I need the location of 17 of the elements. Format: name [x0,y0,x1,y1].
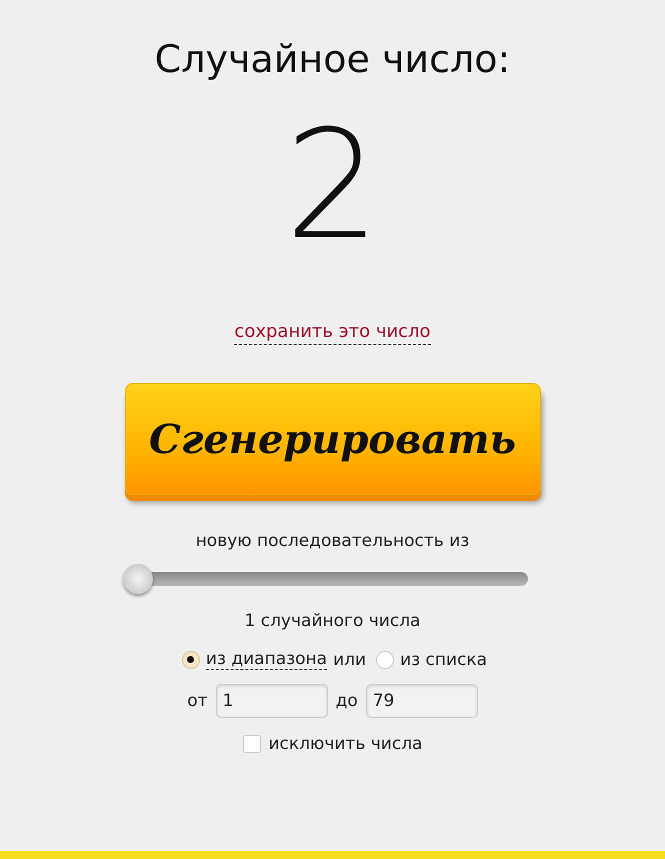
radio-button[interactable] [182,650,200,668]
exclude-label: исключить числа [268,734,422,754]
from-field[interactable]: 1 [216,684,328,718]
option-label: или [333,650,366,670]
sequence-label: новую последовательность из [196,530,470,553]
option-label: из списка [400,650,488,670]
count-label: 1 случайного числа [244,610,420,633]
slider-thumb[interactable] [122,564,152,594]
from-label: от [187,691,208,711]
title: Случайное число: [154,36,510,83]
option-link[interactable]: из диапазона [206,649,328,670]
to-label: до [336,691,358,711]
save-number-link[interactable]: сохранить это число [234,320,431,345]
random-number: 2 [284,98,380,275]
to-field[interactable]: 79 [366,684,478,718]
radio-button[interactable] [376,650,394,668]
checkbox[interactable] [242,735,260,753]
